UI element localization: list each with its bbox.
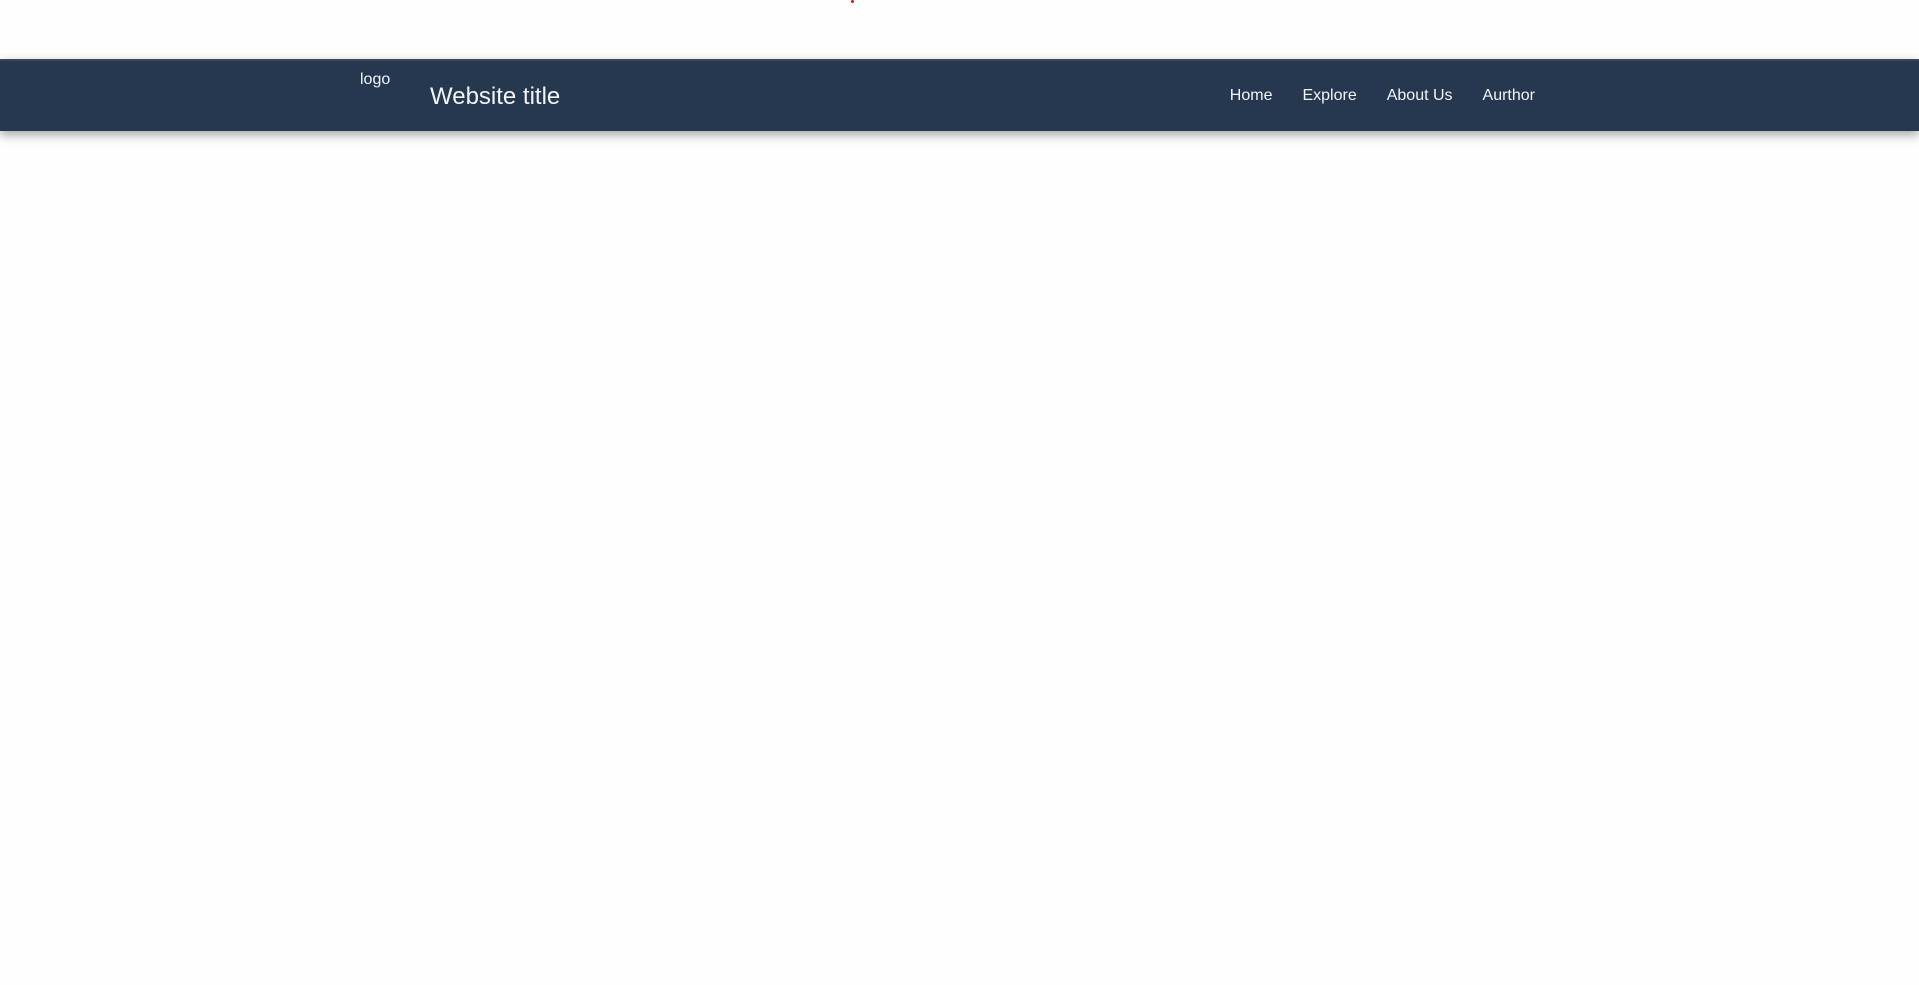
logo-image[interactable]: logo	[360, 71, 390, 89]
nav-link-author[interactable]: Aurthor	[1483, 86, 1535, 106]
nav-link-about-us[interactable]: About Us	[1387, 86, 1453, 106]
red-dot-marker	[851, 0, 854, 3]
navbar: logo Website title Home Explore About Us…	[0, 59, 1919, 131]
page: logo Website title Home Explore About Us…	[0, 0, 1919, 985]
nav-link-explore[interactable]: Explore	[1302, 86, 1356, 106]
site-title[interactable]: Website title	[430, 83, 560, 111]
nav-menu: Home Explore About Us Aurthor	[1230, 86, 1535, 106]
nav-link-home[interactable]: Home	[1230, 86, 1273, 106]
